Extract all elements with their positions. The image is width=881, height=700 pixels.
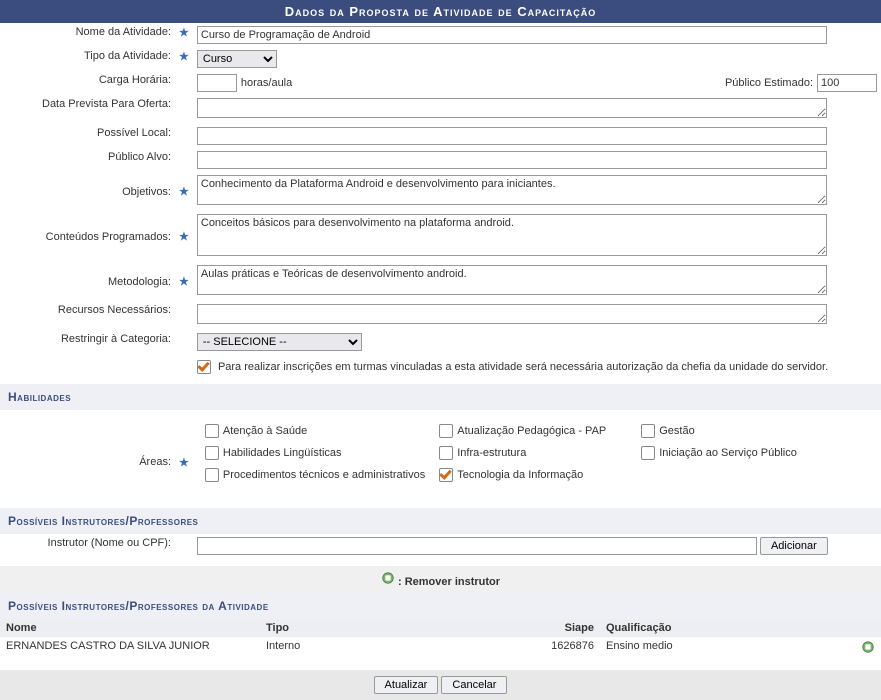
required-star: ★ [175, 23, 193, 47]
table-row: ERNANDES CASTRO DA SILVA JUNIOR Interno … [0, 637, 881, 660]
authorization-checkbox[interactable] [197, 360, 211, 374]
restringir-select[interactable]: -- SELECIONE -- [197, 333, 362, 351]
label-restringir: Restringir à Categoria: [0, 330, 175, 354]
label-objetivos: Objetivos: [0, 172, 175, 211]
label-conteudos: Conteúdos Programados: [0, 211, 175, 262]
adicionar-button[interactable]: Adicionar [760, 537, 828, 555]
label-possivel-local: Possível Local: [0, 124, 175, 148]
label-recursos: Recursos Necessários: [0, 301, 175, 330]
label-data-prevista: Data Prevista Para Oferta: [0, 95, 175, 124]
instrutor-lookup-input[interactable] [197, 537, 757, 555]
possivel-local-input[interactable] [197, 127, 827, 145]
col-qualificacao: Qualificação [600, 619, 855, 637]
label-instrutor-lookup: Instrutor (Nome ou CPF): [0, 534, 175, 558]
authorization-text: Para realizar inscrições em turmas vincu… [218, 361, 828, 373]
col-siape: Siape [540, 619, 600, 637]
trash-icon [381, 571, 395, 585]
conteudos-textarea[interactable]: Conceitos básicos para desenvolvimento n… [197, 214, 827, 256]
col-tipo: Tipo [260, 619, 540, 637]
recursos-textarea[interactable] [197, 304, 827, 324]
legend-row: : Remover instrutor [0, 566, 881, 593]
cell-siape: 1626876 [540, 637, 600, 660]
atualizar-button[interactable]: Atualizar [374, 676, 439, 694]
area-iniciacao-checkbox[interactable] [641, 446, 655, 460]
area-procedimentos-checkbox[interactable] [205, 468, 219, 482]
col-nome: Nome [0, 619, 260, 637]
carga-horaria-input[interactable] [197, 74, 237, 92]
data-prevista-input[interactable] [197, 98, 827, 118]
label-publico-estimado: Público Estimado: [725, 77, 813, 89]
area-infraestrutura-checkbox[interactable] [439, 446, 453, 460]
section-habilidades: Habilidades [0, 384, 881, 410]
page-title: Dados da Proposta de Atividade de Capaci… [0, 0, 881, 23]
section-instrutores-atividade: Possíveis Instrutores/Professores da Ati… [0, 593, 881, 619]
label-metodologia: Metodologia: [0, 262, 175, 301]
area-atencao-saude-checkbox[interactable] [205, 424, 219, 438]
cell-nome: ERNANDES CASTRO DA SILVA JUNIOR [0, 637, 260, 660]
objetivos-textarea[interactable]: Conhecimento da Plataforma Android e des… [197, 175, 827, 205]
button-row: Atualizar Cancelar [0, 670, 881, 700]
publico-alvo-input[interactable] [197, 151, 827, 169]
nome-atividade-input[interactable] [197, 26, 827, 44]
label-publico-alvo: Público Alvo: [0, 148, 175, 172]
cell-qualificacao: Ensino medio [600, 637, 855, 660]
cell-tipo: Interno [260, 637, 540, 660]
publico-estimado-input[interactable] [817, 74, 877, 92]
label-tipo-atividade: Tipo da Atividade: [0, 47, 175, 71]
label-nome-atividade: Nome da Atividade: [0, 23, 175, 47]
area-linguisticas-checkbox[interactable] [205, 446, 219, 460]
horas-aula-label: horas/aula [241, 77, 292, 89]
label-carga-horaria: Carga Horária: [0, 71, 175, 95]
metodologia-textarea[interactable]: Aulas práticas e Teóricas de desenvolvim… [197, 265, 827, 295]
section-instrutores: Possíveis Instrutores/Professores [0, 508, 881, 534]
area-tecnologia-checkbox[interactable] [439, 468, 453, 482]
area-gestao-checkbox[interactable] [641, 424, 655, 438]
label-areas: Áreas: [0, 416, 175, 508]
cancelar-button[interactable]: Cancelar [441, 676, 507, 694]
area-atualizacao-checkbox[interactable] [439, 424, 453, 438]
tipo-atividade-select[interactable]: Curso [197, 50, 277, 68]
remove-instrutor-icon[interactable] [861, 640, 875, 654]
